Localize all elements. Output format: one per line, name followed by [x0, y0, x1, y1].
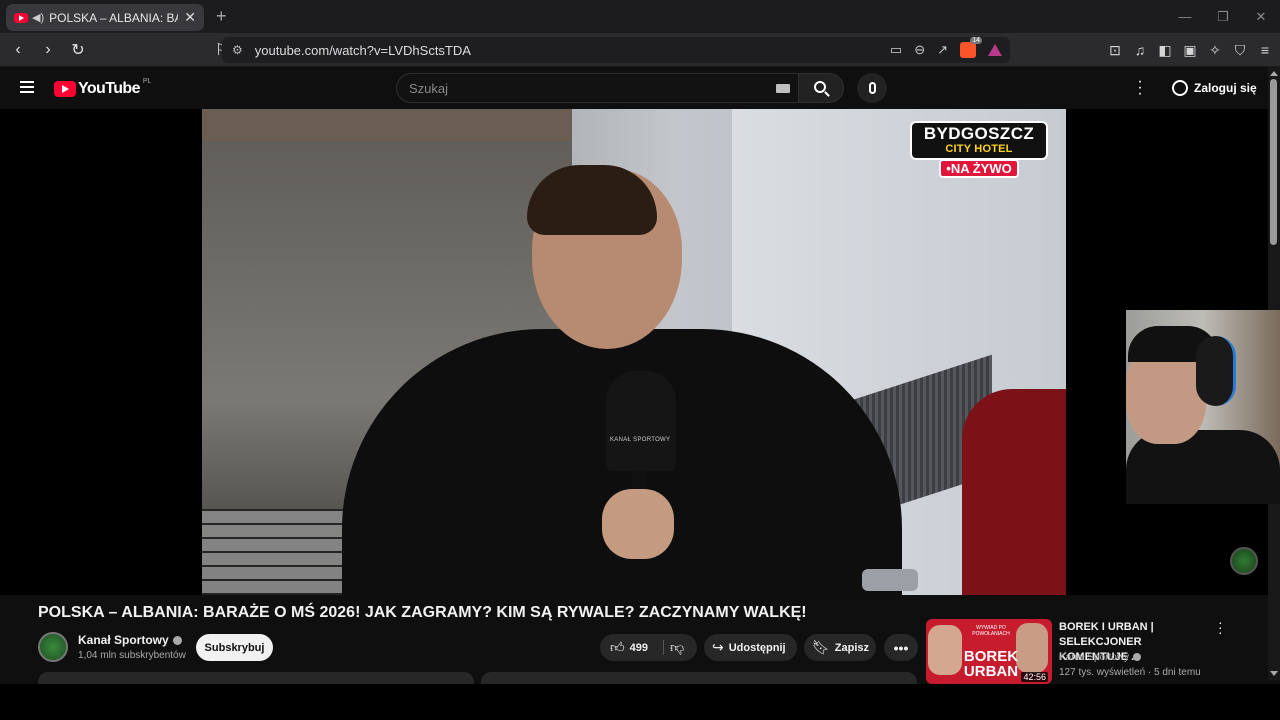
scene-beam: [202, 109, 572, 141]
badge-line1: BYDGOSZCZ: [923, 124, 1035, 143]
youtube-header: YouTube PL Szukaj · · · Zaloguj się: [0, 67, 1268, 109]
brave-count: 14: [970, 37, 982, 44]
browser-right-tools: ⊡ ♫ ◧ ▣ ✧ ⛉ ≡: [1108, 33, 1272, 67]
webcam-headphones: [1196, 336, 1236, 406]
cast-icon[interactable]: ▭: [890, 42, 902, 58]
country-code: PL: [142, 77, 152, 85]
forward-icon[interactable]: ›: [36, 41, 60, 59]
location-badge: BYDGOSZCZ CITY HOTEL •NA ŻYWO: [910, 121, 1048, 178]
save-label: Zapisz: [834, 641, 870, 654]
like-dislike-group: 👍︎ 499 👎︎: [600, 634, 697, 661]
microphone-icon: [868, 82, 876, 94]
thumb-big-text: BOREK URBAN: [963, 648, 1019, 680]
voice-search-button[interactable]: [857, 73, 887, 103]
close-window-icon[interactable]: ✕: [1242, 9, 1280, 25]
streamer-webcam: [1126, 310, 1280, 504]
recommended-meta: 127 tys. wyświetleń · 5 dni temu: [1059, 667, 1201, 678]
like-icon[interactable]: 👍︎: [610, 639, 625, 656]
live-label: NA ŻYWO: [950, 161, 1012, 176]
new-tab-button[interactable]: +: [216, 6, 227, 27]
scroll-down-icon[interactable]: [1270, 671, 1278, 676]
recommended-thumbnail[interactable]: WYWIAD PO POWOŁANIACH BOREK URBAN 42:56: [926, 619, 1052, 684]
browser-toolbar: ‹ › ↻ ⚐ ⚙ youtube.com/watch?v=LVDhSctsTD…: [0, 33, 1280, 67]
subscribe-button[interactable]: Subskrybuj: [196, 634, 273, 661]
guide-menu-icon[interactable]: [20, 81, 34, 96]
youtube-play-logo-icon: [54, 81, 76, 97]
recommended-channel[interactable]: Kanał Sportowy: [1059, 652, 1142, 663]
screenshot-icon[interactable]: ⊡: [1108, 42, 1122, 59]
channel-avatar[interactable]: [38, 632, 68, 662]
mic-logo: KANAŁ SPORTOWY: [610, 437, 671, 443]
back-icon[interactable]: ‹: [6, 41, 30, 59]
address-bar-icons: ▭ ⊖ ↗ 14: [890, 37, 1002, 58]
audio-playing-icon[interactable]: ◀): [32, 11, 44, 24]
badge-line2: CITY HOTEL: [945, 143, 1013, 155]
sign-in-button[interactable]: Zaloguj się: [1164, 72, 1265, 104]
wallet-icon[interactable]: ▣: [1183, 42, 1197, 59]
bottom-bar: [0, 684, 1280, 720]
share-page-icon[interactable]: ↗: [937, 42, 948, 58]
subscriber-count: 1,04 mln subskrybentów: [78, 650, 186, 661]
thumb-small-text: WYWIAD PO POWOŁANIACH: [972, 625, 1010, 637]
brave-rewards-icon[interactable]: [988, 44, 1002, 56]
address-bar[interactable]: ⚙ youtube.com/watch?v=LVDhSctsTDA ▭ ⊖ ↗ …: [222, 37, 1010, 63]
speaker-watch: [862, 569, 918, 591]
description-box[interactable]: [38, 672, 474, 684]
channel-name[interactable]: Kanał Sportowy: [78, 633, 182, 647]
window-controls: — ❐ ✕: [1166, 0, 1280, 33]
tab-title: POLSKA – ALBANIA: BARAŻE: [49, 10, 178, 25]
minimize-icon[interactable]: —: [1166, 9, 1204, 24]
youtube-favicon-icon: [14, 12, 28, 23]
account-icon: [1172, 80, 1188, 96]
browser-tab[interactable]: ◀) POLSKA – ALBANIA: BARAŻE ✕: [6, 4, 204, 31]
video-player[interactable]: KANAŁ SPORTOWY BYDGOSZCZ CITY HOTEL •NA …: [0, 109, 1280, 595]
brave-shields-icon[interactable]: 14: [960, 37, 982, 58]
channel-watermark-icon: [1230, 547, 1258, 575]
media-icon[interactable]: ♫: [1133, 42, 1147, 58]
comments-box[interactable]: [481, 672, 917, 684]
share-label: Udostępnij: [728, 641, 786, 654]
close-tab-icon[interactable]: ✕: [184, 9, 196, 26]
search-icon: [814, 81, 826, 93]
speaker-hand: [602, 489, 674, 559]
search-input[interactable]: Szukaj: [396, 73, 798, 103]
settings-more-icon[interactable]: · · ·: [1136, 74, 1144, 102]
scene-red-chair: [962, 389, 1066, 595]
share-icon: ↪: [712, 639, 724, 655]
share-button[interactable]: ↪ Udostępnij: [704, 634, 797, 661]
video-title: POLSKA – ALBANIA: BARAŻE O MŚ 2026! JAK …: [38, 604, 807, 621]
like-count[interactable]: 499: [630, 642, 648, 654]
scroll-up-icon[interactable]: [1270, 71, 1278, 76]
recommended-menu-icon[interactable]: · · ·: [1218, 615, 1223, 639]
logo-text: YouTube: [78, 80, 140, 97]
menu-icon[interactable]: ≡: [1258, 42, 1272, 58]
live-badge: •NA ŻYWO: [939, 159, 1019, 178]
url-text[interactable]: youtube.com/watch?v=LVDhSctsTDA: [255, 43, 471, 58]
keyboard-icon[interactable]: [776, 84, 790, 93]
search-button[interactable]: [798, 73, 844, 103]
restore-icon[interactable]: ❐: [1204, 9, 1242, 25]
verified-icon: [1133, 653, 1142, 662]
reload-icon[interactable]: ↻: [66, 40, 90, 60]
verified-icon: [172, 636, 182, 646]
youtube-logo[interactable]: YouTube PL: [54, 77, 152, 98]
vpn-icon[interactable]: ⛉: [1233, 42, 1247, 59]
video-duration: 42:56: [1021, 672, 1048, 682]
scrollbar-thumb[interactable]: [1270, 79, 1277, 245]
video-frame[interactable]: KANAŁ SPORTOWY BYDGOSZCZ CITY HOTEL •NA …: [202, 109, 1066, 595]
zoom-icon[interactable]: ⊖: [914, 42, 925, 58]
more-actions-button[interactable]: •••: [884, 634, 918, 661]
microphone: KANAŁ SPORTOWY: [606, 371, 676, 511]
leo-ai-icon[interactable]: ✧: [1208, 42, 1222, 59]
browser-tab-bar: ◀) POLSKA – ALBANIA: BARAŻE ✕ + — ❐ ✕: [0, 0, 1280, 33]
bookmark-save-icon: 🔖︎: [812, 639, 830, 655]
sidebar-icon[interactable]: ◧: [1158, 42, 1172, 59]
save-button[interactable]: 🔖︎ Zapisz: [804, 634, 876, 661]
dislike-icon[interactable]: 👎︎: [670, 639, 684, 656]
site-settings-icon[interactable]: ⚙: [232, 43, 243, 57]
sign-in-label: Zaloguj się: [1194, 81, 1257, 95]
badge-location: BYDGOSZCZ CITY HOTEL: [910, 121, 1048, 160]
search-placeholder: Szukaj: [409, 80, 449, 96]
